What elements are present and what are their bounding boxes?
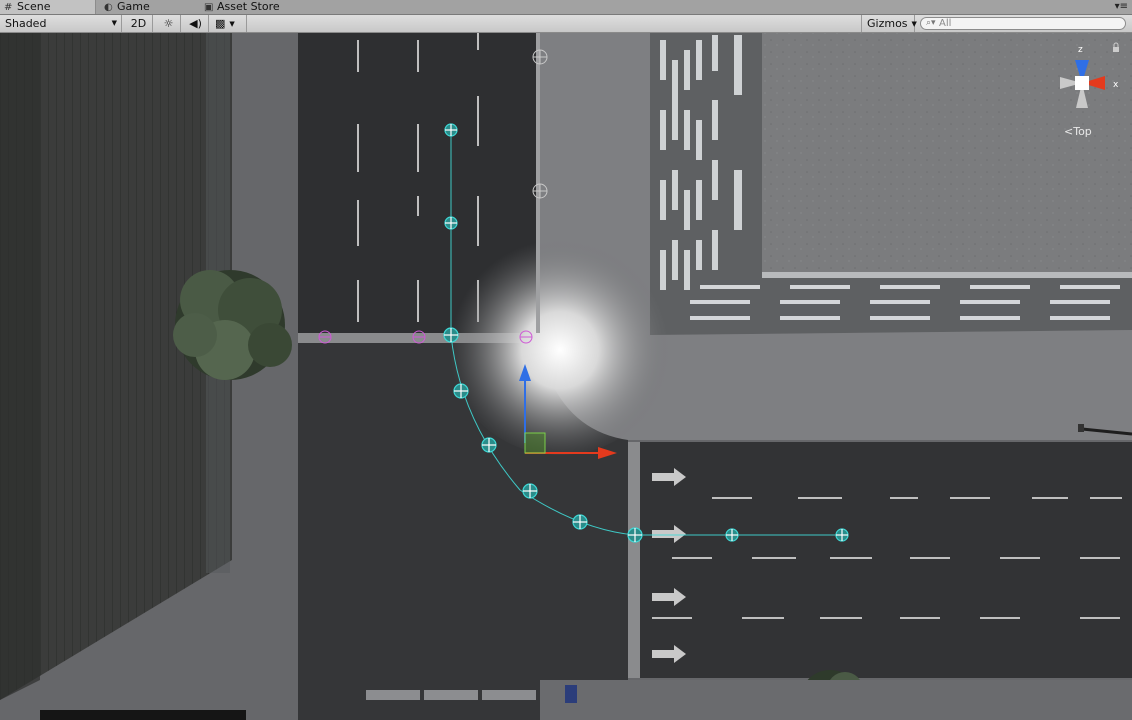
waypoint-node-grey <box>532 183 548 199</box>
pacman-icon: ◐ <box>104 2 113 13</box>
waypoint-node <box>444 123 458 137</box>
plane-handle <box>524 432 546 454</box>
trash-bin <box>565 685 577 703</box>
waypoint-node <box>522 483 538 499</box>
scene-audio-toggle[interactable]: ◀) <box>183 15 209 32</box>
waypoint-node <box>572 514 588 530</box>
draw-mode-dropdown[interactable]: Shaded ▼ <box>0 15 122 32</box>
center-cube-icon <box>1075 76 1089 90</box>
view-orientation-label[interactable]: <Top <box>1064 125 1092 138</box>
street-light-glow <box>445 225 675 455</box>
gizmos-dropdown[interactable]: Gizmos ▼ <box>861 15 917 32</box>
search-icon: ⌕▾ <box>926 18 936 28</box>
scene-window-tabbar: # Scene ◐ Game ▣ Asset Store ▾≡ <box>0 0 1132 15</box>
hierarchy-search-input[interactable]: ⌕▾ All <box>920 17 1126 30</box>
tab-game[interactable]: ◐ Game <box>100 0 196 14</box>
axis-x-label: x <box>1113 80 1119 90</box>
sun-icon: ☼ <box>163 17 174 30</box>
waypoint-node <box>627 527 643 543</box>
scene-toolbar: Shaded ▼ 2D ☼ ◀) ▩ ▼ Gizmos ▼ ⌕▾ All <box>0 15 1132 33</box>
tab-asset-store[interactable]: ▣ Asset Store <box>200 0 310 14</box>
scene-effects-dropdown[interactable]: ▩ ▼ <box>211 15 247 32</box>
toggle-2d-button[interactable]: 2D <box>125 15 153 32</box>
grid-icon: # <box>4 2 13 13</box>
dropdown-arrow-icon: ▼ <box>229 19 235 28</box>
bottom-sidewalk <box>540 680 1132 720</box>
speaker-icon: ◀) <box>189 17 202 30</box>
dropdown-arrow-icon: ▼ <box>911 19 917 28</box>
waypoint-node <box>444 216 458 230</box>
waypoint-node <box>481 437 497 453</box>
scene-lighting-toggle[interactable]: ☼ <box>157 15 181 32</box>
waypoint-node <box>725 528 739 542</box>
dropdown-arrow-icon: ▼ <box>111 19 117 27</box>
scene-render: z x <box>0 33 1132 720</box>
window-menu-icon[interactable]: ▾≡ <box>1115 0 1128 14</box>
right-building-roof <box>762 33 1132 278</box>
image-icon: ▩ <box>215 17 226 30</box>
road-east <box>640 442 1132 678</box>
axis-z-label: z <box>1078 45 1083 55</box>
waypoint-node <box>443 327 459 343</box>
waypoint-node <box>835 528 849 542</box>
bag-icon: ▣ <box>204 2 214 13</box>
waypoint-node-grey <box>532 49 548 65</box>
tab-scene[interactable]: # Scene <box>0 0 96 14</box>
waypoint-node <box>453 383 469 399</box>
bench <box>366 690 536 700</box>
scene-viewport[interactable]: z x <Top <box>0 33 1132 720</box>
